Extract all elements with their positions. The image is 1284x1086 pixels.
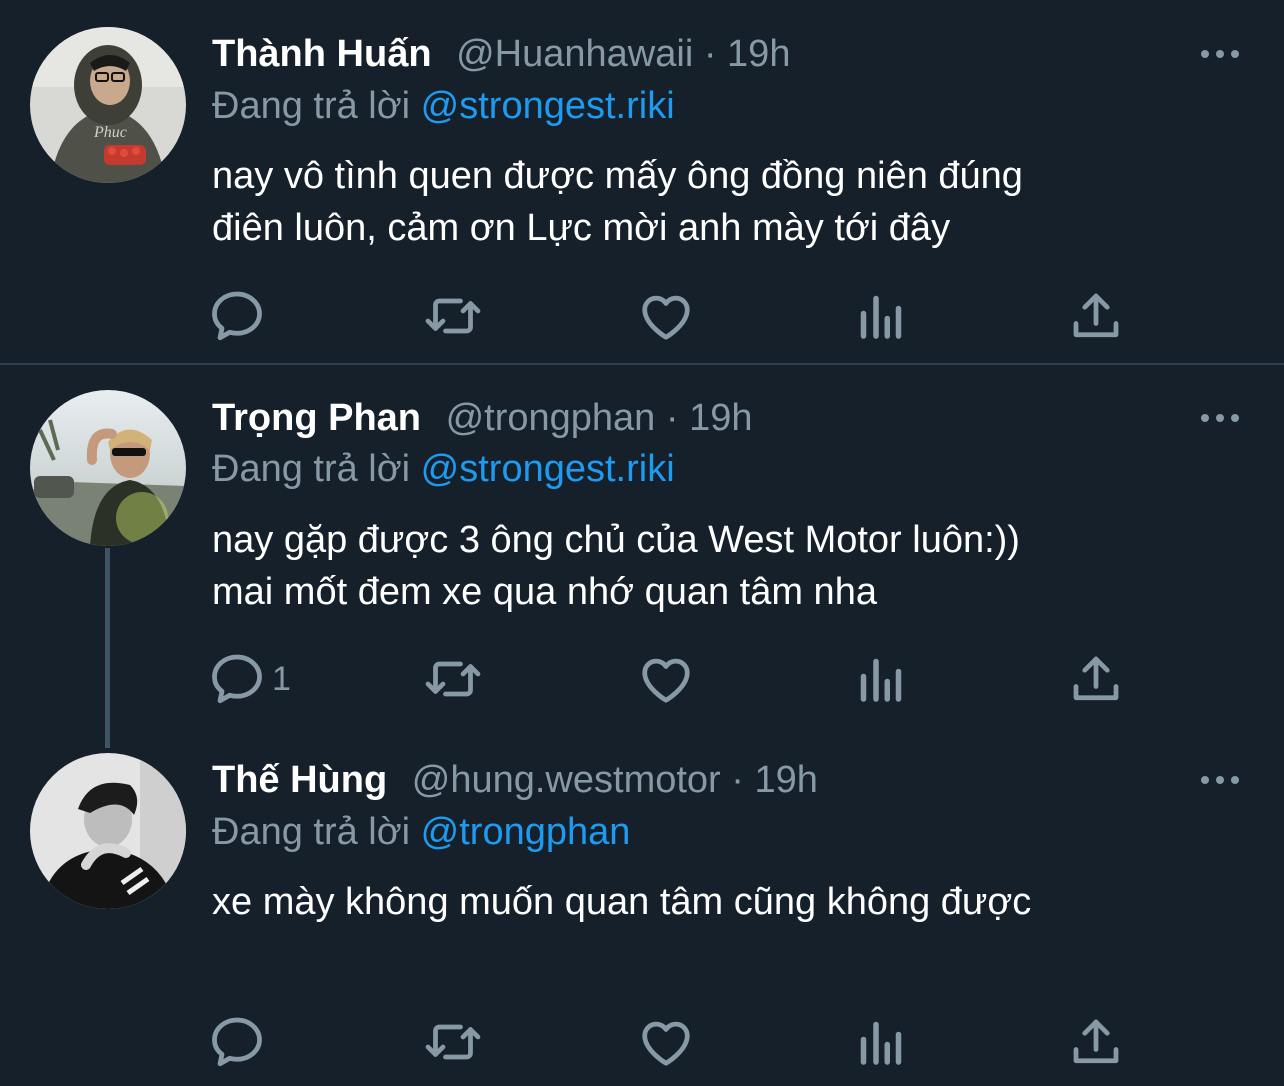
replying-to-mention[interactable]: @trongphan xyxy=(421,811,631,853)
tweet-header: Trọng Phan @trongphan · 19h xyxy=(212,396,752,440)
analytics-icon[interactable] xyxy=(851,1012,911,1072)
replying-to: Đang trả lời @trongphan xyxy=(212,810,630,854)
replying-to-mention[interactable]: @strongest.riki xyxy=(421,448,675,490)
share-icon[interactable] xyxy=(1066,286,1126,346)
tweet-text-line: xe mày không muốn quan tâm cũng không đư… xyxy=(212,881,1032,923)
author-handle[interactable]: @hung.westmotor xyxy=(412,759,721,801)
share-icon[interactable] xyxy=(1066,649,1126,709)
retweet-icon[interactable] xyxy=(423,1012,483,1072)
more-icon[interactable] xyxy=(1198,770,1242,790)
reply-icon[interactable] xyxy=(207,649,267,709)
replying-to: Đang trả lời @strongest.riki xyxy=(212,84,675,128)
author-name[interactable]: Trọng Phan xyxy=(212,397,421,439)
share-icon[interactable] xyxy=(1066,1012,1126,1072)
author-handle[interactable]: @Huanhawaii xyxy=(456,33,693,75)
reply-icon[interactable] xyxy=(207,1012,267,1072)
avatar-trong-phan[interactable] xyxy=(30,390,186,546)
replying-to: Đang trả lời @strongest.riki xyxy=(212,447,675,491)
header-separator: · xyxy=(665,397,690,439)
reply-count: 1 xyxy=(272,660,291,698)
author-handle[interactable]: @trongphan xyxy=(446,397,656,439)
avatar-the-hung[interactable] xyxy=(30,753,186,909)
tweet-time[interactable]: 19h xyxy=(727,33,790,75)
replying-to-label: Đang trả lời xyxy=(212,85,411,127)
tweet-1[interactable]: Phuc Thành Huấn @Huanhawaii · 19h Đang t… xyxy=(0,0,1284,363)
tweet-text-line: mai mốt đem xe qua nhớ quan tâm nha xyxy=(212,571,877,613)
avatar-thanh-huan[interactable]: Phuc xyxy=(30,27,186,183)
tweet-text: xe mày không muốn quan tâm cũng không đư… xyxy=(212,876,1222,928)
retweet-icon[interactable] xyxy=(423,649,483,709)
replying-to-label: Đang trả lời xyxy=(212,811,411,853)
author-name[interactable]: Thành Huấn xyxy=(212,33,432,75)
svg-text:Phuc: Phuc xyxy=(93,124,127,141)
tweet-text: nay vô tình quen được mấy ông đồng niên … xyxy=(212,150,1222,254)
retweet-icon[interactable] xyxy=(423,286,483,346)
tweet-3[interactable]: Thế Hùng @hung.westmotor · 19h Đang trả … xyxy=(0,725,1284,1086)
analytics-icon[interactable] xyxy=(851,649,911,709)
header-separator: · xyxy=(731,759,755,801)
header-separator: · xyxy=(703,33,728,75)
more-icon[interactable] xyxy=(1198,44,1242,64)
tweet-text-line: nay vô tình quen được mấy ông đồng niên … xyxy=(212,155,1023,197)
tweet-header: Thành Huấn @Huanhawaii · 19h xyxy=(212,32,790,76)
reply-icon[interactable] xyxy=(207,286,267,346)
analytics-icon[interactable] xyxy=(851,286,911,346)
like-icon[interactable] xyxy=(636,1012,696,1072)
tweet-text-line: điên luôn, cảm ơn Lực mời anh mày tới đâ… xyxy=(212,207,951,249)
tweet-text: nay gặp được 3 ông chủ của West Motor lu… xyxy=(212,514,1222,618)
tweet-text-line: nay gặp được 3 ông chủ của West Motor lu… xyxy=(212,519,1020,561)
replying-to-mention[interactable]: @strongest.riki xyxy=(421,85,675,127)
replying-to-label: Đang trả lời xyxy=(212,448,411,490)
tweet-time[interactable]: 19h xyxy=(754,759,817,801)
more-icon[interactable] xyxy=(1198,408,1242,428)
author-name[interactable]: Thế Hùng xyxy=(212,759,387,801)
tweet-time[interactable]: 19h xyxy=(689,397,752,439)
tweet-2[interactable]: Trọng Phan @trongphan · 19h Đang trả lời… xyxy=(0,365,1284,725)
like-icon[interactable] xyxy=(636,286,696,346)
tweet-header: Thế Hùng @hung.westmotor · 19h xyxy=(212,758,818,802)
like-icon[interactable] xyxy=(636,649,696,709)
